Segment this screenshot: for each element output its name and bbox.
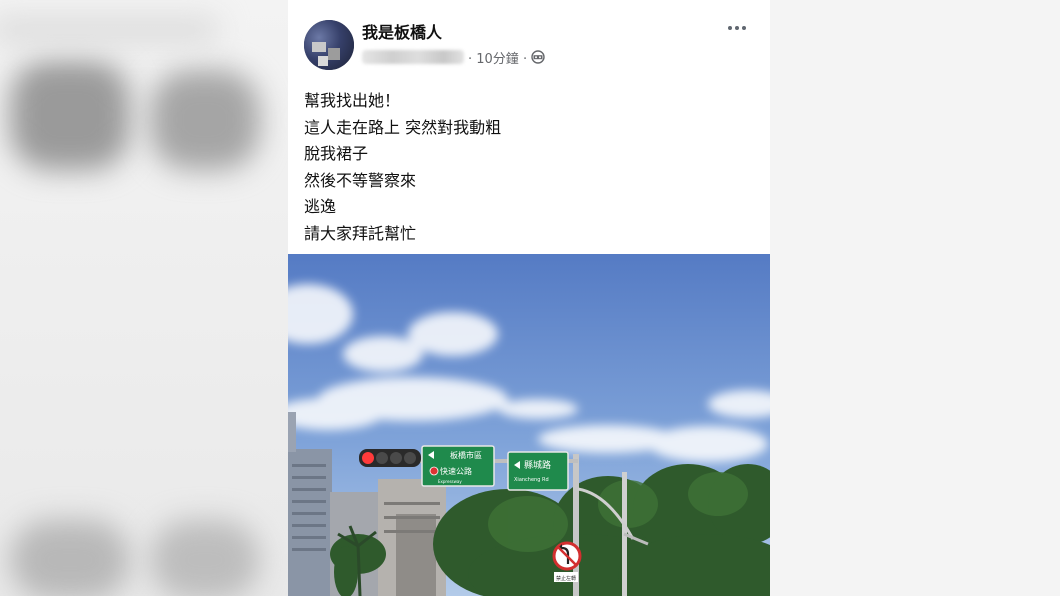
sign-left-top: 板橋市區 bbox=[450, 450, 482, 460]
blurred-group-name bbox=[362, 50, 464, 64]
post-line: 然後不等警察來 bbox=[304, 170, 417, 190]
blurred-background-left bbox=[0, 0, 288, 596]
more-options-icon bbox=[728, 26, 732, 30]
sign-left-bottom-sub: Expressway bbox=[438, 479, 462, 484]
sign-right-bottom: Xiancheng Rd bbox=[514, 477, 549, 483]
sign-right-top: 縣城路 bbox=[524, 459, 551, 471]
post-author-name[interactable]: 我是板橋人 bbox=[362, 19, 442, 43]
post-line: 脫我裙子 bbox=[304, 144, 369, 163]
sign-left-bottom: 快速公路 bbox=[440, 466, 472, 476]
street-scene-image: 板橋市區 快速公路 Expressway 縣城路 Xiancheng Rd 禁止… bbox=[288, 254, 770, 596]
post-line: 請大家拜託幫忙 bbox=[304, 223, 417, 243]
post-body: 幫我找出她！ 這人走在路上 突然對我動粗 脫我裙子 然後不等警察來 逃逸 請大家… bbox=[304, 88, 754, 247]
post-line: 幫我找出她！ bbox=[304, 91, 401, 110]
small-sign: 禁止左轉 bbox=[556, 575, 576, 582]
globe-icon bbox=[531, 50, 545, 64]
more-options-button[interactable] bbox=[724, 18, 750, 38]
post-photo[interactable]: 板橋市區 快速公路 Expressway 縣城路 Xiancheng Rd 禁止… bbox=[288, 254, 770, 596]
post-line: 逃逸 bbox=[304, 197, 337, 216]
post-timestamp[interactable]: · 10分鐘 · bbox=[468, 48, 527, 67]
social-post-card: 我是板橋人 · 10分鐘 · 幫我找出她！ 這人走在路上 突然對我動粗 脫我裙子… bbox=[288, 0, 770, 596]
post-line: 這人走在路上 突然對我動粗 bbox=[304, 117, 502, 137]
avatar[interactable] bbox=[304, 20, 354, 70]
post-meta: · 10分鐘 · bbox=[362, 47, 545, 67]
blurred-background-right bbox=[770, 0, 1060, 596]
